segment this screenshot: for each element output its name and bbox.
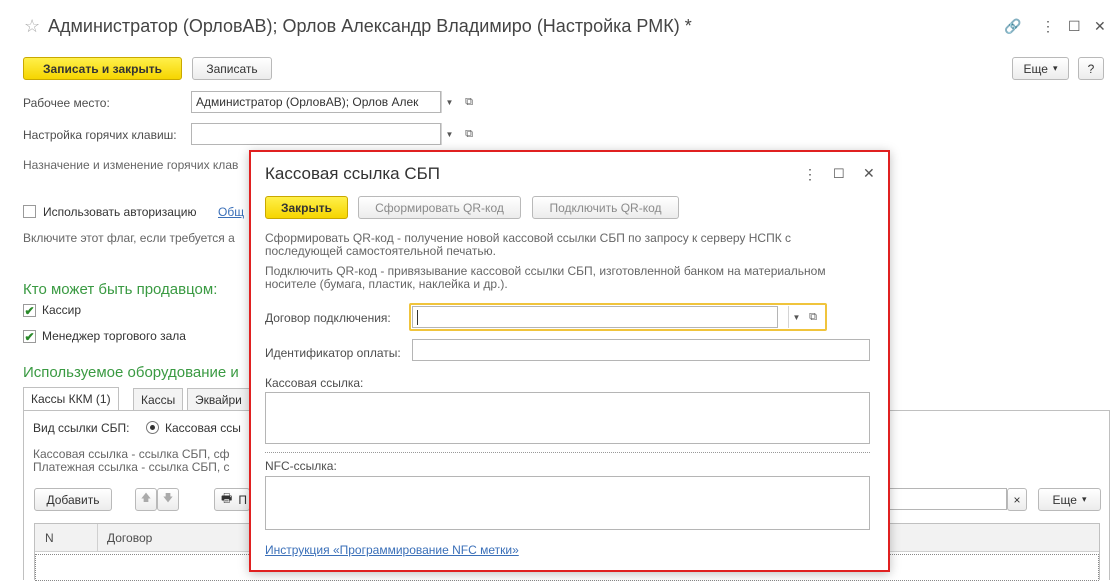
contract-dropdown-button[interactable]: ▼ bbox=[788, 306, 804, 328]
link-icon[interactable]: 🔗 bbox=[1004, 18, 1021, 35]
column-header-contract[interactable]: Договор bbox=[107, 531, 152, 545]
dialog-maximize-icon[interactable]: ☐ bbox=[833, 166, 845, 182]
contract-label: Договор подключения: bbox=[265, 311, 391, 325]
cash-link-field[interactable] bbox=[265, 392, 870, 444]
save-button[interactable]: Записать bbox=[192, 57, 272, 80]
column-header-n[interactable]: N bbox=[45, 531, 54, 545]
table-more-label: Еще bbox=[1052, 492, 1077, 507]
more-menu-icon[interactable]: ⋮ bbox=[1041, 18, 1055, 35]
save-and-close-button[interactable]: Записать и закрыть bbox=[23, 57, 182, 80]
table-more-button[interactable]: Еще ▾ bbox=[1038, 488, 1101, 511]
manager-checkbox[interactable]: ✔ bbox=[23, 330, 36, 343]
auth-hint: Включите этот флаг, если требуется а bbox=[23, 231, 235, 245]
dialog-close-button[interactable]: Закрыть bbox=[265, 196, 348, 219]
tab-kkm[interactable]: Кассы ККМ (1) bbox=[23, 387, 119, 410]
payment-id-field[interactable] bbox=[412, 339, 870, 361]
manager-label: Менеджер торгового зала bbox=[42, 329, 186, 343]
tab-cash[interactable]: Кассы bbox=[133, 388, 184, 410]
equipment-section-title: Используемое оборудование и bbox=[23, 364, 239, 381]
tab-hint-line2: Платежная ссылка - ссылка СБП, с bbox=[33, 460, 230, 474]
hotkeys-field[interactable] bbox=[191, 123, 441, 145]
clear-search-icon[interactable]: × bbox=[1007, 488, 1027, 511]
move-up-icon[interactable]: 🡅 bbox=[135, 488, 157, 511]
add-button[interactable]: Добавить bbox=[34, 488, 112, 511]
contract-open-icon[interactable]: ⧉ bbox=[804, 306, 822, 328]
nfc-instruction-link[interactable]: Инструкция «Программирование NFC метки» bbox=[265, 543, 519, 557]
dialog-hint-line4: носителе (бумага, пластик, наклейка и др… bbox=[265, 277, 508, 291]
print-button[interactable]: 🖶 П bbox=[214, 488, 250, 511]
move-down-icon[interactable]: 🡇 bbox=[157, 488, 179, 511]
seller-section-title: Кто может быть продавцом: bbox=[23, 281, 218, 298]
cashier-label: Кассир bbox=[42, 303, 82, 317]
more-label: Еще bbox=[1023, 61, 1048, 76]
connect-qr-button[interactable]: Подключить QR-код bbox=[532, 196, 679, 219]
nfc-field[interactable] bbox=[265, 476, 870, 530]
print-label: П bbox=[238, 492, 247, 507]
use-auth-link[interactable]: Общ bbox=[218, 205, 244, 219]
maximize-icon[interactable]: ☐ bbox=[1068, 18, 1081, 35]
favorite-star-icon[interactable]: ☆ bbox=[24, 16, 40, 37]
sbp-type-option-label: Кассовая ссы bbox=[165, 421, 241, 435]
workplace-open-icon[interactable]: ⧉ bbox=[460, 91, 478, 113]
cashier-checkbox[interactable]: ✔ bbox=[23, 304, 36, 317]
printer-icon: 🖶 bbox=[221, 491, 233, 505]
nfc-label: NFC-ссылка: bbox=[265, 459, 337, 473]
tab-acquiring[interactable]: Эквайри bbox=[187, 388, 250, 410]
workplace-dropdown-button[interactable]: ▼ bbox=[441, 91, 457, 113]
hotkeys-open-icon[interactable]: ⧉ bbox=[460, 123, 478, 145]
contract-field[interactable] bbox=[412, 306, 778, 328]
text-cursor bbox=[417, 309, 418, 325]
column-divider bbox=[97, 524, 98, 552]
sbp-link-dialog: Кассовая ссылка СБП ⋮ ☐ ✕ Закрыть Сформи… bbox=[249, 150, 890, 572]
payment-id-label: Идентификатор оплаты: bbox=[265, 346, 401, 360]
more-button[interactable]: Еще ▾ bbox=[1012, 57, 1069, 80]
chevron-down-icon: ▾ bbox=[1081, 494, 1087, 504]
dialog-close-icon[interactable]: ✕ bbox=[863, 165, 875, 182]
dialog-menu-icon[interactable]: ⋮ bbox=[803, 166, 817, 183]
window-title: Администратор (ОрловАВ); Орлов Александр… bbox=[48, 16, 692, 36]
search-field[interactable] bbox=[880, 488, 1007, 510]
divider bbox=[265, 452, 870, 453]
hotkeys-label: Настройка горячих клавиш: bbox=[23, 128, 177, 142]
help-button[interactable]: ? bbox=[1078, 57, 1104, 80]
close-icon[interactable]: ✕ bbox=[1094, 18, 1106, 35]
generate-qr-button[interactable]: Сформировать QR-код bbox=[358, 196, 521, 219]
use-auth-label: Использовать авторизацию bbox=[43, 205, 197, 219]
sbp-type-radio[interactable] bbox=[146, 421, 159, 434]
cash-link-label: Кассовая ссылка: bbox=[265, 376, 364, 390]
hotkeys-dropdown-button[interactable]: ▼ bbox=[441, 123, 457, 145]
sbp-type-label: Вид ссылки СБП: bbox=[33, 421, 130, 435]
chevron-down-icon: ▾ bbox=[1052, 63, 1058, 73]
workplace-field[interactable]: Администратор (ОрловАВ); Орлов Алек bbox=[191, 91, 441, 113]
dialog-title: Кассовая ссылка СБП bbox=[265, 164, 441, 183]
use-auth-checkbox[interactable] bbox=[23, 205, 36, 218]
workplace-label: Рабочее место: bbox=[23, 96, 110, 110]
dialog-hint-line2: последующей самостоятельной печатью. bbox=[265, 244, 496, 258]
hotkeys-hint: Назначение и изменение горячих клав bbox=[23, 158, 239, 172]
